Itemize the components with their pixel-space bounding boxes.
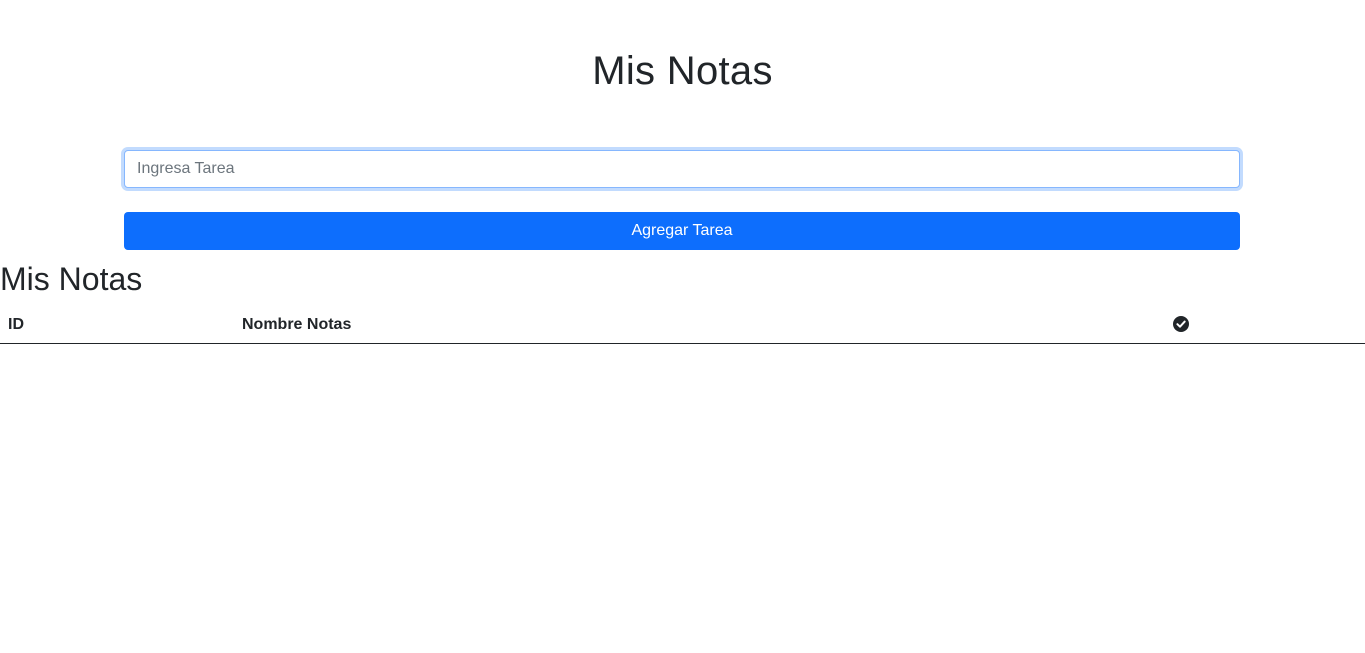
add-task-button[interactable]: Agregar Tarea	[124, 212, 1240, 250]
notes-section-title: Mis Notas	[0, 261, 143, 297]
notes-table-header-row: ID Nombre Notas	[0, 306, 1365, 344]
notes-table: ID Nombre Notas	[0, 306, 1365, 344]
column-header-name: Nombre Notas	[234, 306, 1137, 344]
notes-table-header: ID Nombre Notas	[0, 306, 1365, 344]
column-header-done	[1137, 306, 1365, 344]
page-title: Mis Notas	[592, 49, 773, 93]
check-circle-icon	[1173, 316, 1189, 333]
task-input[interactable]	[124, 150, 1240, 188]
column-header-id: ID	[0, 306, 234, 344]
